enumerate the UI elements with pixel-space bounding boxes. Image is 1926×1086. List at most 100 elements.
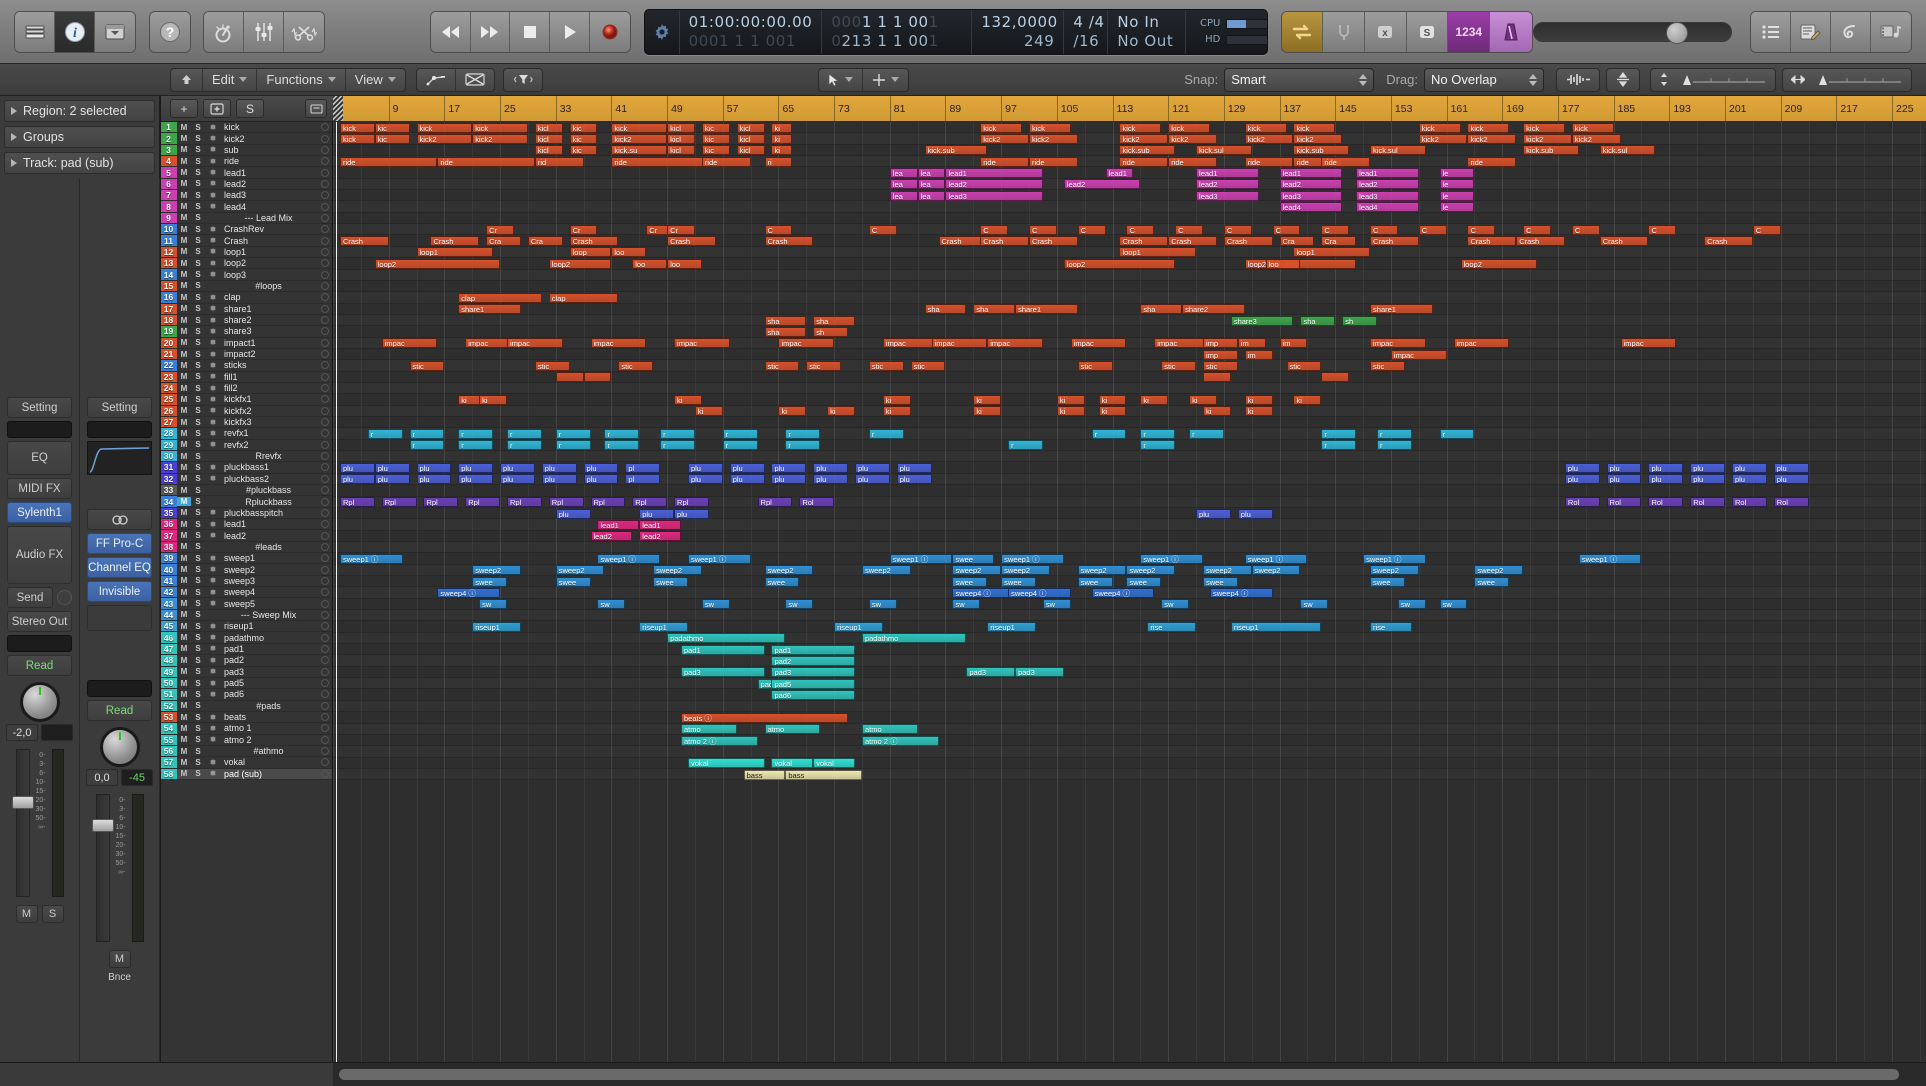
track-number[interactable]: 49 <box>160 666 177 677</box>
track-lane[interactable] <box>333 621 1926 633</box>
region[interactable]: swee <box>1474 576 1510 587</box>
track-number[interactable]: 9 <box>160 212 177 224</box>
track-solo-button[interactable]: S <box>191 701 205 710</box>
track-record-enable-icon[interactable] <box>321 610 329 619</box>
track-number[interactable]: 37 <box>160 530 177 541</box>
region[interactable]: r <box>785 429 821 440</box>
track-freeze-button[interactable]: ❅ <box>205 440 221 449</box>
volume-fader[interactable] <box>11 749 34 897</box>
region[interactable]: kick2 <box>1467 133 1517 144</box>
track-solo-button[interactable]: S <box>191 531 205 540</box>
region[interactable]: plu <box>1237 508 1273 519</box>
track-lane[interactable] <box>333 269 1926 281</box>
track-record-enable-icon[interactable] <box>321 384 329 393</box>
track-record-enable-icon[interactable] <box>321 701 329 710</box>
region[interactable]: stic <box>1370 360 1405 371</box>
track-number[interactable]: 1 <box>160 122 177 133</box>
region[interactable]: plu <box>1690 474 1725 485</box>
region[interactable]: kicl <box>534 145 563 156</box>
track-number[interactable]: 25 <box>160 394 177 405</box>
track-freeze-button[interactable]: ❅ <box>205 758 221 767</box>
track-row[interactable]: 56 M S #athmo <box>160 745 332 758</box>
region[interactable]: sw <box>479 599 507 610</box>
region[interactable]: Rol <box>1564 497 1600 508</box>
track-mute-button[interactable]: M <box>177 599 191 608</box>
region[interactable]: lead1 <box>639 519 681 530</box>
region[interactable]: impac <box>1154 338 1210 349</box>
track-freeze-button[interactable]: ❅ <box>205 735 221 744</box>
track-record-enable-icon[interactable] <box>321 281 329 290</box>
track-mute-button[interactable]: M <box>177 395 191 404</box>
track-name[interactable]: pad6 <box>221 689 321 699</box>
play-icon[interactable] <box>550 11 591 52</box>
region[interactable]: sweep2 <box>653 565 702 576</box>
region[interactable]: Rpl <box>632 497 668 508</box>
track-name[interactable]: lead3 <box>221 190 321 200</box>
region[interactable]: Crash <box>1029 236 1078 247</box>
media-browser-icon[interactable] <box>1870 11 1911 52</box>
region[interactable]: sweep2 <box>952 565 1002 576</box>
region[interactable] <box>1321 372 1350 383</box>
region[interactable]: kick2 <box>980 133 1029 144</box>
region[interactable]: r <box>604 440 640 451</box>
track-mute-button[interactable]: M <box>177 168 191 177</box>
track-lane[interactable] <box>333 383 1926 395</box>
region[interactable]: lead2 <box>1063 179 1141 190</box>
region[interactable]: sweep4 ⓘ <box>1209 587 1273 598</box>
track-number[interactable]: 56 <box>160 745 177 757</box>
region[interactable]: sweep4 ⓘ <box>1091 587 1155 598</box>
forward-icon[interactable] <box>470 11 511 52</box>
region[interactable]: r <box>660 440 695 451</box>
track-name[interactable]: fill2 <box>221 383 321 393</box>
track-solo-button[interactable]: S <box>191 191 205 200</box>
region[interactable]: lead3 <box>1356 190 1419 201</box>
view-menu[interactable]: View <box>346 69 405 91</box>
track-number[interactable]: 45 <box>160 621 177 632</box>
region[interactable]: kicl <box>534 133 563 144</box>
region[interactable]: loop <box>569 247 612 258</box>
track-header-list[interactable]: 1 M S ❅ kick 2 M S ❅ kick2 3 M S ❅ sub 4 M S ❅ ride 5 M S ❅ lead… <box>160 122 333 1062</box>
region[interactable]: C <box>1175 224 1203 235</box>
track-mute-button[interactable]: M <box>177 145 191 154</box>
region[interactable]: kick <box>1467 122 1510 133</box>
region[interactable]: r <box>507 440 542 451</box>
track-mute-button[interactable]: M <box>177 316 191 325</box>
region[interactable]: kick <box>1244 122 1287 133</box>
region[interactable]: sha <box>973 304 1016 315</box>
track-number[interactable]: 2 <box>160 133 177 144</box>
region[interactable]: pad3 <box>681 667 765 678</box>
track-number[interactable]: 30 <box>160 450 177 462</box>
region[interactable]: share2 <box>1182 304 1245 315</box>
region[interactable]: kick2 <box>1168 133 1217 144</box>
track-mute-button[interactable]: M <box>177 259 191 268</box>
track-number[interactable]: 39 <box>160 553 177 564</box>
track-mute-button[interactable]: M <box>177 633 191 642</box>
region[interactable]: stic <box>910 360 946 371</box>
region[interactable]: r <box>604 429 640 440</box>
track-freeze-button[interactable]: ❅ <box>205 531 221 540</box>
region[interactable]: C <box>980 224 1009 235</box>
region[interactable]: r <box>1091 429 1127 440</box>
channel-solo-button[interactable]: S <box>41 905 64 923</box>
region[interactable]: r <box>1439 429 1475 440</box>
track-mute-button[interactable]: M <box>177 384 191 393</box>
track-name[interactable]: pad (sub) <box>221 769 321 779</box>
track-name[interactable]: lead1 <box>221 168 321 178</box>
region[interactable]: rise <box>1147 622 1197 632</box>
region[interactable]: stic <box>1286 360 1322 371</box>
region[interactable]: ki <box>827 406 855 417</box>
region[interactable]: sweep2 <box>1251 565 1301 576</box>
region[interactable]: sw <box>1439 599 1468 610</box>
track-lane[interactable] <box>333 655 1926 667</box>
track-solo-button[interactable]: S <box>191 168 205 177</box>
region[interactable]: kic <box>569 133 598 144</box>
region[interactable]: Crash <box>339 236 389 247</box>
track-row[interactable]: 20 M S ❅ impact1 <box>160 337 332 349</box>
track-mute-button[interactable]: M <box>177 644 191 653</box>
region[interactable]: sweep1 ⓘ <box>1244 553 1308 564</box>
track-number[interactable]: 43 <box>160 598 177 609</box>
region[interactable]: lead3 <box>1196 190 1259 201</box>
track-solo-button[interactable]: S <box>191 293 205 302</box>
track-record-enable-icon[interactable] <box>321 588 329 597</box>
region[interactable]: plu <box>771 463 807 474</box>
